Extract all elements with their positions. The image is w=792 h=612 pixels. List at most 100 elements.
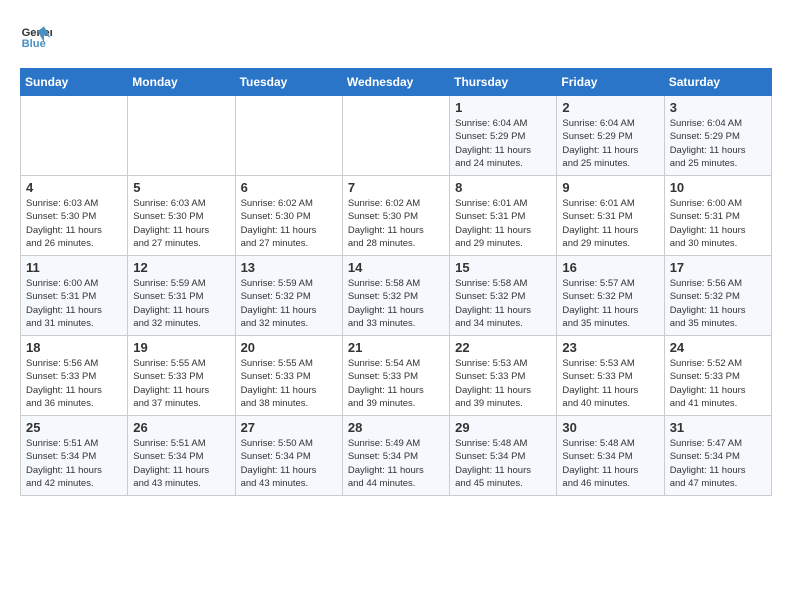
day-number: 4 (26, 180, 122, 195)
calendar-cell: 29Sunrise: 5:48 AM Sunset: 5:34 PM Dayli… (450, 416, 557, 496)
calendar-header-row: SundayMondayTuesdayWednesdayThursdayFrid… (21, 69, 772, 96)
day-info: Sunrise: 6:04 AM Sunset: 5:29 PM Dayligh… (455, 117, 551, 170)
day-info: Sunrise: 6:00 AM Sunset: 5:31 PM Dayligh… (670, 197, 766, 250)
calendar-cell (342, 96, 449, 176)
day-number: 26 (133, 420, 229, 435)
page-header: General Blue (20, 20, 772, 52)
calendar-cell: 14Sunrise: 5:58 AM Sunset: 5:32 PM Dayli… (342, 256, 449, 336)
day-info: Sunrise: 5:56 AM Sunset: 5:32 PM Dayligh… (670, 277, 766, 330)
day-number: 23 (562, 340, 658, 355)
day-number: 31 (670, 420, 766, 435)
calendar-cell: 15 Sunrise: 5:58 AM Sunset: 5:32 PM Dayli… (450, 256, 557, 336)
day-info: Sunrise: 5:59 AM Sunset: 5:32 PM Dayligh… (241, 277, 337, 330)
calendar-body: 1 Sunrise: 6:04 AM Sunset: 5:29 PM Daylig… (21, 96, 772, 496)
calendar-cell: 11 Sunrise: 6:00 AM Sunset: 5:31 PM Dayli… (21, 256, 128, 336)
day-info: Sunrise: 6:03 AM Sunset: 5:30 PM Dayligh… (133, 197, 229, 250)
day-info: Sunrise: 6:02 AM Sunset: 5:30 PM Dayligh… (348, 197, 444, 250)
day-info: Sunrise: 5:54 AM Sunset: 5:33 PM Dayligh… (348, 357, 444, 410)
calendar-cell: 31 Sunrise: 5:47 AM Sunset: 5:34 PM Dayli… (664, 416, 771, 496)
calendar-cell: 20 Sunrise: 5:55 AM Sunset: 5:33 PM Dayli… (235, 336, 342, 416)
calendar-cell: 10 Sunrise: 6:00 AM Sunset: 5:31 PM Dayli… (664, 176, 771, 256)
calendar-cell: 24 Sunrise: 5:52 AM Sunset: 5:33 PM Dayli… (664, 336, 771, 416)
day-number: 5 (133, 180, 229, 195)
col-header-saturday: Saturday (664, 69, 771, 96)
day-number: 3 (670, 100, 766, 115)
calendar-week-3: 11 Sunrise: 6:00 AM Sunset: 5:31 PM Dayli… (21, 256, 772, 336)
day-number: 10 (670, 180, 766, 195)
calendar-week-5: 25 Sunrise: 5:51 AM Sunset: 5:34 PM Dayli… (21, 416, 772, 496)
calendar-week-1: 1 Sunrise: 6:04 AM Sunset: 5:29 PM Daylig… (21, 96, 772, 176)
day-info: Sunrise: 5:47 AM Sunset: 5:34 PM Dayligh… (670, 437, 766, 490)
day-number: 27 (241, 420, 337, 435)
col-header-thursday: Thursday (450, 69, 557, 96)
col-header-monday: Monday (128, 69, 235, 96)
col-header-friday: Friday (557, 69, 664, 96)
day-info: Sunrise: 5:53 AM Sunset: 5:33 PM Dayligh… (455, 357, 551, 410)
calendar-cell: 18 Sunrise: 5:56 AM Sunset: 5:33 PM Dayli… (21, 336, 128, 416)
day-info: Sunrise: 5:59 AM Sunset: 5:31 PM Dayligh… (133, 277, 229, 330)
calendar-cell: 12 Sunrise: 5:59 AM Sunset: 5:31 PM Dayli… (128, 256, 235, 336)
calendar-cell: 4 Sunrise: 6:03 AM Sunset: 5:30 PM Daylig… (21, 176, 128, 256)
col-header-tuesday: Tuesday (235, 69, 342, 96)
day-number: 17 (670, 260, 766, 275)
day-number: 11 (26, 260, 122, 275)
day-number: 29 (455, 420, 551, 435)
calendar-cell: 16Sunrise: 5:57 AM Sunset: 5:32 PM Dayli… (557, 256, 664, 336)
day-info: Sunrise: 5:56 AM Sunset: 5:33 PM Dayligh… (26, 357, 122, 410)
day-number: 9 (562, 180, 658, 195)
day-info: Sunrise: 5:58 AM Sunset: 5:32 PM Dayligh… (348, 277, 444, 330)
day-info: Sunrise: 5:49 AM Sunset: 5:34 PM Dayligh… (348, 437, 444, 490)
calendar-cell: 6Sunrise: 6:02 AM Sunset: 5:30 PM Daylig… (235, 176, 342, 256)
calendar-cell: 5 Sunrise: 6:03 AM Sunset: 5:30 PM Daylig… (128, 176, 235, 256)
day-number: 28 (348, 420, 444, 435)
day-number: 8 (455, 180, 551, 195)
col-header-sunday: Sunday (21, 69, 128, 96)
calendar-week-4: 18 Sunrise: 5:56 AM Sunset: 5:33 PM Dayli… (21, 336, 772, 416)
calendar-cell: 9 Sunrise: 6:01 AM Sunset: 5:31 PM Daylig… (557, 176, 664, 256)
day-info: Sunrise: 5:52 AM Sunset: 5:33 PM Dayligh… (670, 357, 766, 410)
day-number: 25 (26, 420, 122, 435)
day-number: 16 (562, 260, 658, 275)
col-header-wednesday: Wednesday (342, 69, 449, 96)
calendar-cell: 2Sunrise: 6:04 AM Sunset: 5:29 PM Daylig… (557, 96, 664, 176)
day-info: Sunrise: 6:01 AM Sunset: 5:31 PM Dayligh… (455, 197, 551, 250)
day-number: 7 (348, 180, 444, 195)
calendar-cell: 13 Sunrise: 5:59 AM Sunset: 5:32 PM Dayli… (235, 256, 342, 336)
day-info: Sunrise: 5:51 AM Sunset: 5:34 PM Dayligh… (133, 437, 229, 490)
calendar-cell: 19 Sunrise: 5:55 AM Sunset: 5:33 PM Dayli… (128, 336, 235, 416)
calendar-cell: 26 Sunrise: 5:51 AM Sunset: 5:34 PM Dayli… (128, 416, 235, 496)
calendar-cell: 23 Sunrise: 5:53 AM Sunset: 5:33 PM Dayli… (557, 336, 664, 416)
day-number: 18 (26, 340, 122, 355)
day-number: 13 (241, 260, 337, 275)
day-info: Sunrise: 6:04 AM Sunset: 5:29 PM Dayligh… (670, 117, 766, 170)
day-number: 1 (455, 100, 551, 115)
calendar-cell (235, 96, 342, 176)
calendar-cell: 21Sunrise: 5:54 AM Sunset: 5:33 PM Dayli… (342, 336, 449, 416)
day-info: Sunrise: 5:48 AM Sunset: 5:34 PM Dayligh… (562, 437, 658, 490)
day-info: Sunrise: 5:55 AM Sunset: 5:33 PM Dayligh… (241, 357, 337, 410)
day-number: 24 (670, 340, 766, 355)
day-info: Sunrise: 6:00 AM Sunset: 5:31 PM Dayligh… (26, 277, 122, 330)
day-number: 2 (562, 100, 658, 115)
day-info: Sunrise: 6:01 AM Sunset: 5:31 PM Dayligh… (562, 197, 658, 250)
calendar-cell: 1 Sunrise: 6:04 AM Sunset: 5:29 PM Daylig… (450, 96, 557, 176)
calendar-cell: 27Sunrise: 5:50 AM Sunset: 5:34 PM Dayli… (235, 416, 342, 496)
calendar-table: SundayMondayTuesdayWednesdayThursdayFrid… (20, 68, 772, 496)
day-info: Sunrise: 6:03 AM Sunset: 5:30 PM Dayligh… (26, 197, 122, 250)
calendar-cell (21, 96, 128, 176)
calendar-cell (128, 96, 235, 176)
calendar-cell: 7 Sunrise: 6:02 AM Sunset: 5:30 PM Daylig… (342, 176, 449, 256)
calendar-cell: 30 Sunrise: 5:48 AM Sunset: 5:34 PM Dayli… (557, 416, 664, 496)
day-number: 15 (455, 260, 551, 275)
logo-icon: General Blue (20, 20, 52, 52)
day-number: 19 (133, 340, 229, 355)
day-info: Sunrise: 5:55 AM Sunset: 5:33 PM Dayligh… (133, 357, 229, 410)
calendar-cell: 3 Sunrise: 6:04 AM Sunset: 5:29 PM Daylig… (664, 96, 771, 176)
day-number: 30 (562, 420, 658, 435)
day-number: 12 (133, 260, 229, 275)
day-number: 22 (455, 340, 551, 355)
day-info: Sunrise: 5:53 AM Sunset: 5:33 PM Dayligh… (562, 357, 658, 410)
day-info: Sunrise: 6:02 AM Sunset: 5:30 PM Dayligh… (241, 197, 337, 250)
day-info: Sunrise: 5:58 AM Sunset: 5:32 PM Dayligh… (455, 277, 551, 330)
day-number: 20 (241, 340, 337, 355)
